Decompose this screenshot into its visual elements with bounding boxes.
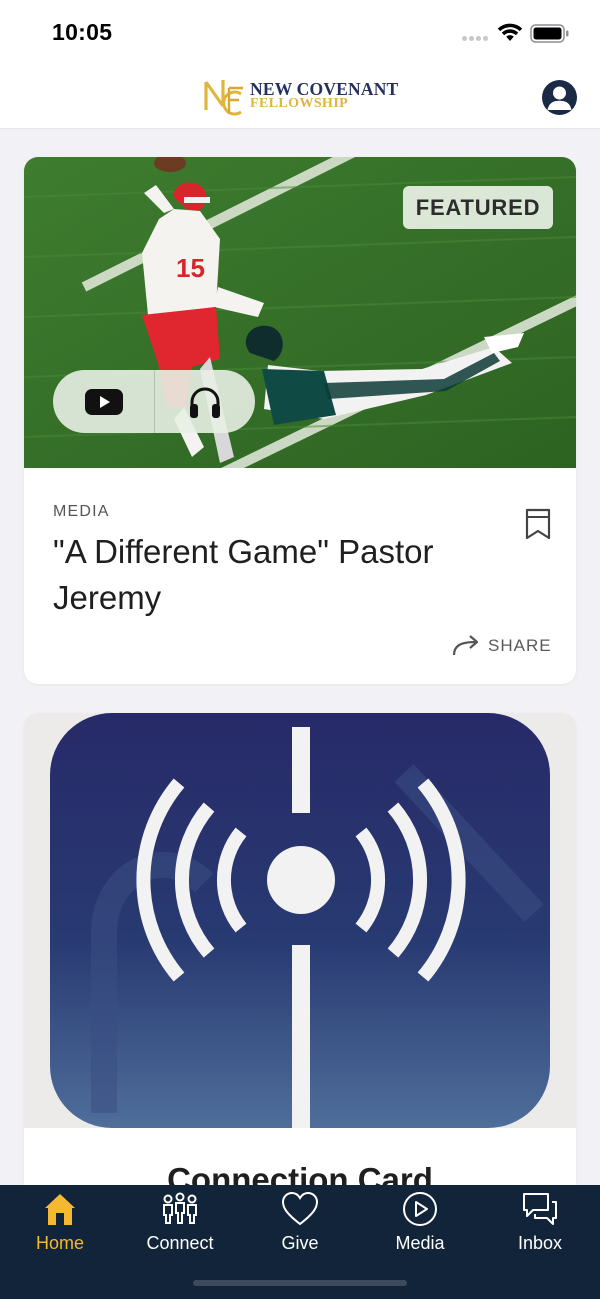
church-logo[interactable]: NEW COVENANT FELLOWSHIP — [203, 76, 403, 118]
featured-badge: FEATURED — [403, 186, 553, 229]
broadcast-image — [24, 713, 576, 1128]
tab-media-label: Media — [395, 1233, 445, 1253]
pill-divider — [154, 370, 155, 433]
tab-home[interactable]: Home — [0, 1185, 120, 1263]
listen-audio-button[interactable] — [154, 370, 255, 433]
share-arrow-icon — [452, 635, 479, 656]
status-bar: 10:05 — [0, 0, 600, 64]
profile-button[interactable] — [542, 80, 577, 115]
play-circle-icon — [403, 1192, 437, 1226]
connection-card[interactable]: Connection Card — [24, 713, 576, 1233]
cellular-signal-icon — [462, 36, 490, 42]
app-header: NEW COVENANT FELLOWSHIP — [0, 64, 600, 129]
chat-bubbles-icon — [523, 1193, 557, 1225]
youtube-play-icon — [84, 388, 123, 415]
tab-inbox-label: Inbox — [517, 1233, 563, 1253]
tab-connect[interactable]: Connect — [120, 1185, 240, 1263]
bookmark-icon[interactable] — [524, 507, 552, 541]
featured-media-card[interactable]: 15 FEATURED MEDIA "A Different Game" Pas… — [24, 157, 576, 684]
battery-icon — [530, 24, 569, 43]
svg-text:15: 15 — [176, 253, 205, 283]
ncf-monogram-logo — [204, 80, 243, 116]
tab-inbox[interactable]: Inbox — [480, 1185, 600, 1263]
logo-subtitle: FELLOWSHIP — [250, 96, 349, 111]
tab-media[interactable]: Media — [360, 1185, 480, 1263]
tab-give-label: Give — [281, 1233, 319, 1253]
user-avatar-icon — [547, 86, 572, 110]
tab-connect-label: Connect — [146, 1233, 214, 1253]
wifi-icon — [497, 23, 523, 41]
status-time: 10:05 — [52, 19, 113, 45]
share-label: SHARE — [488, 636, 552, 655]
card-title[interactable]: "A Different Game" Pastor Jeremy — [53, 529, 513, 621]
card-category: MEDIA — [53, 503, 110, 520]
media-options-pill — [53, 370, 255, 433]
people-icon — [163, 1192, 197, 1224]
watch-video-button[interactable] — [53, 370, 154, 433]
tab-give[interactable]: Give — [240, 1185, 360, 1263]
home-indicator — [193, 1280, 407, 1286]
headphones-icon — [189, 387, 220, 418]
heart-icon — [281, 1191, 319, 1226]
home-icon — [45, 1194, 75, 1225]
tab-home-label: Home — [35, 1233, 84, 1253]
share-button[interactable]: SHARE — [452, 631, 552, 661]
